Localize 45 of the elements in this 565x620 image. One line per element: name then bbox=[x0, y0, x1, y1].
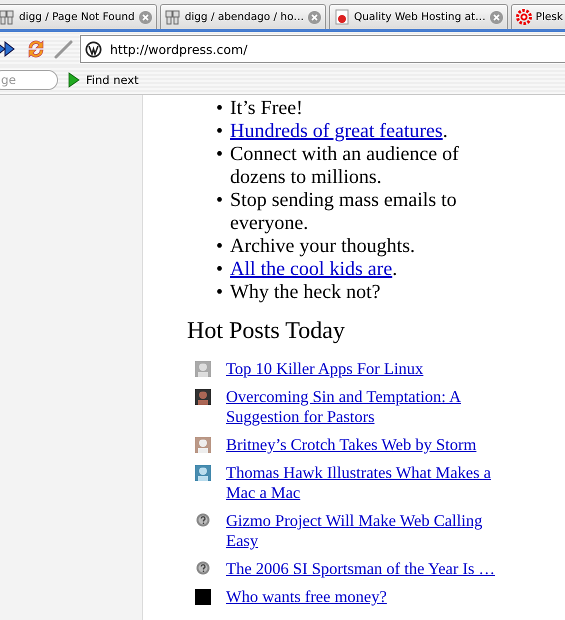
link[interactable]: All the cool kids are bbox=[230, 258, 392, 280]
tab[interactable]: Quality Web Hosting at… bbox=[329, 4, 508, 29]
list-item: Why the heck not? bbox=[230, 281, 381, 304]
list-item: Archive your thoughts. bbox=[230, 235, 415, 258]
find-next-button[interactable]: Find next bbox=[66, 72, 141, 88]
post-link[interactable]: The 2006 SI Sportsman of the Year Is … bbox=[226, 559, 496, 579]
punctuation: . bbox=[392, 258, 398, 280]
avatar-icon bbox=[195, 589, 211, 605]
play-icon bbox=[68, 72, 80, 88]
section-heading: Hot Posts Today bbox=[187, 318, 346, 345]
question-icon bbox=[196, 513, 210, 527]
url-text: http://wordpress.com/ bbox=[110, 42, 248, 56]
people-icon bbox=[0, 9, 15, 25]
find-field[interactable]: ge bbox=[0, 70, 58, 90]
bullet: • bbox=[216, 258, 224, 281]
bullet: • bbox=[216, 143, 224, 167]
bullet: • bbox=[216, 120, 224, 143]
post-link[interactable]: Gizmo Project Will Make Web Calling Easy bbox=[226, 511, 515, 551]
tab[interactable]: digg / Page Not Found bbox=[0, 4, 157, 29]
close-icon[interactable] bbox=[138, 10, 152, 24]
tab[interactable]: digg / abendago / ho… bbox=[160, 4, 326, 29]
list-item: Connect with an audience of dozens to millions. bbox=[230, 143, 460, 189]
pencil-icon[interactable] bbox=[54, 39, 74, 59]
question-icon bbox=[196, 561, 210, 575]
close-icon[interactable] bbox=[308, 10, 322, 24]
close-icon[interactable] bbox=[490, 10, 503, 24]
people-icon bbox=[164, 9, 181, 25]
tab[interactable]: Plesk bbox=[510, 4, 565, 29]
list-item: Stop sending mass emails to everyone. bbox=[230, 189, 458, 235]
bullet: • bbox=[216, 189, 224, 213]
post-link[interactable]: Who wants free money? bbox=[226, 587, 387, 607]
document-icon bbox=[334, 9, 350, 25]
address-bar[interactable]: http://wordpress.com/ bbox=[80, 35, 565, 63]
gear-icon bbox=[516, 9, 532, 25]
post-link[interactable]: Thomas Hawk Illustrates What Makes a Mac a Mac bbox=[226, 463, 515, 503]
punctuation: . bbox=[442, 120, 448, 142]
post-link[interactable]: Britney’s Crotch Takes Web by Storm bbox=[226, 435, 476, 455]
list-item: It’s Free! bbox=[230, 97, 303, 120]
bullet: • bbox=[216, 235, 224, 258]
post-link[interactable]: Overcoming Sin and Temptation: A Suggestion for Pastors bbox=[226, 387, 515, 427]
bullet: • bbox=[216, 281, 224, 304]
bullet: • bbox=[216, 97, 224, 120]
post-link[interactable]: Top 10 Killer Apps For Linux bbox=[226, 359, 424, 379]
logo-icon bbox=[85, 40, 102, 58]
link[interactable]: Hundreds of great features bbox=[230, 120, 443, 142]
